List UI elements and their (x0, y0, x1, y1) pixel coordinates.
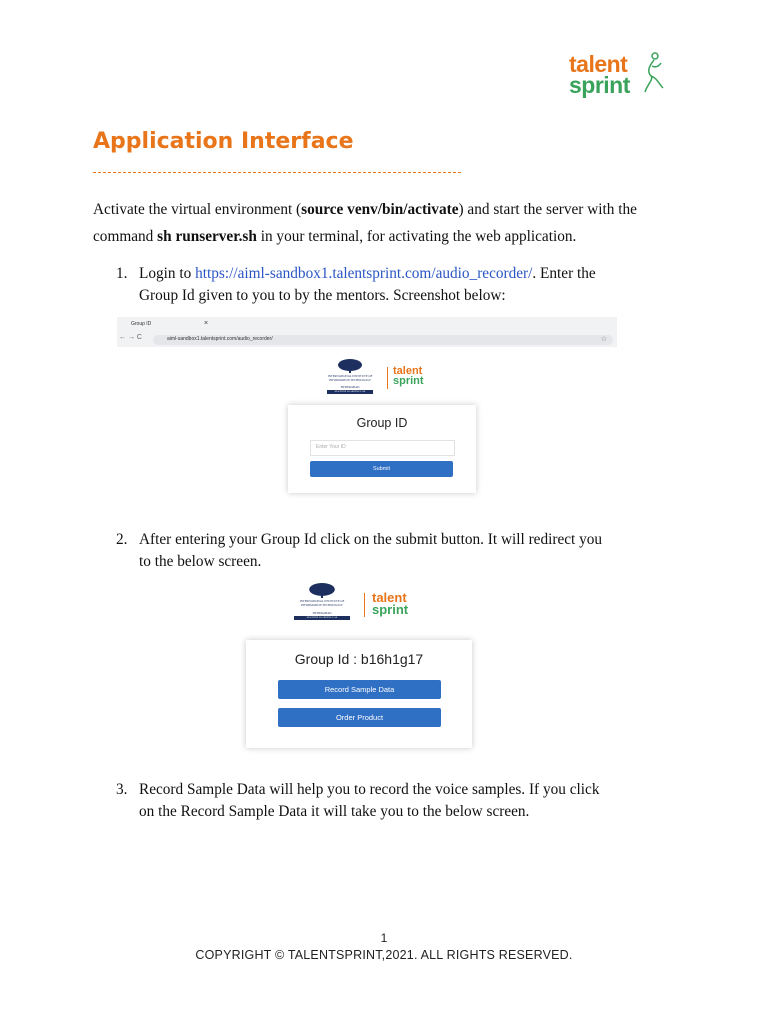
group-id-label: Group Id : b16h1g17 (294, 651, 424, 667)
order-product-button[interactable]: Order Product (278, 708, 441, 727)
logo-word-sprint: sprint (569, 72, 630, 98)
group-page-card: Group Id : b16h1g17 Record Sample Data O… (246, 640, 472, 748)
bookmark-star-icon[interactable]: ☆ (601, 335, 607, 343)
list-item-step-1: 1. Login to https://aiml-sandbox1.talent… (116, 265, 596, 304)
title-divider (93, 172, 461, 173)
tree-emblem-icon (338, 359, 362, 373)
logo-separator (387, 367, 388, 389)
nav-buttons[interactable]: ← → C (119, 334, 142, 341)
group-id-card: Group ID Enter Your ID Submit (288, 405, 476, 493)
tree-emblem-icon (309, 583, 335, 598)
list-item-step-3: 3. Record Sample Data will help you to r… (116, 781, 600, 820)
address-bar[interactable]: aiml-sandbox1.talentsprint.com/audio_rec… (153, 335, 613, 345)
page-title: Application Interface (93, 129, 354, 154)
copyright-footer: COPYRIGHT © TALENTSPRINT,2021. ALL RIGHT… (195, 948, 573, 962)
address-url: aiml-sandbox1.talentsprint.com/audio_rec… (167, 336, 273, 342)
screenshot-group-id: Group ID × ← → C aiml-sandbox1.talentspr… (117, 317, 617, 510)
group-id-heading: Group ID (356, 416, 408, 430)
tab-close-icon[interactable]: × (204, 320, 208, 327)
talentsprint-logo: talent sprint (569, 52, 669, 104)
browser-tab-title[interactable]: Group ID (131, 321, 151, 327)
list-item-step-2: 2. After entering your Group Id click on… (116, 531, 603, 570)
record-sample-data-button[interactable]: Record Sample Data (278, 680, 441, 699)
cmd-activate: source venv/bin/activate (301, 201, 459, 218)
logo-separator (364, 593, 365, 617)
runner-icon (644, 52, 664, 93)
browser-chrome: Group ID × ← → C aiml-sandbox1.talentspr… (117, 317, 617, 347)
page-number: 1 (380, 931, 388, 945)
cmd-runserver: sh runserver.sh (157, 228, 257, 245)
group-id-input[interactable]: Enter Your ID (310, 440, 455, 456)
intro-paragraph: Activate the virtual environment (source… (93, 201, 637, 245)
iiit-logo: INTERNATIONAL INSTITUTE OF INFORMATION T… (292, 583, 352, 625)
sandbox-link[interactable]: https://aiml-sandbox1.talentsprint.com/a… (195, 265, 532, 282)
talentsprint-mini-logo: talent sprint (393, 365, 424, 387)
talentsprint-mini-logo: talent sprint (372, 590, 409, 617)
iiit-logo: INTERNATIONAL INSTITUTE OF INFORMATION T… (325, 359, 375, 397)
submit-button[interactable]: Submit (310, 461, 453, 477)
input-placeholder: Enter Your ID (316, 444, 346, 450)
screenshot-group-page: INTERNATIONAL INSTITUTE OF INFORMATION T… (246, 583, 476, 753)
